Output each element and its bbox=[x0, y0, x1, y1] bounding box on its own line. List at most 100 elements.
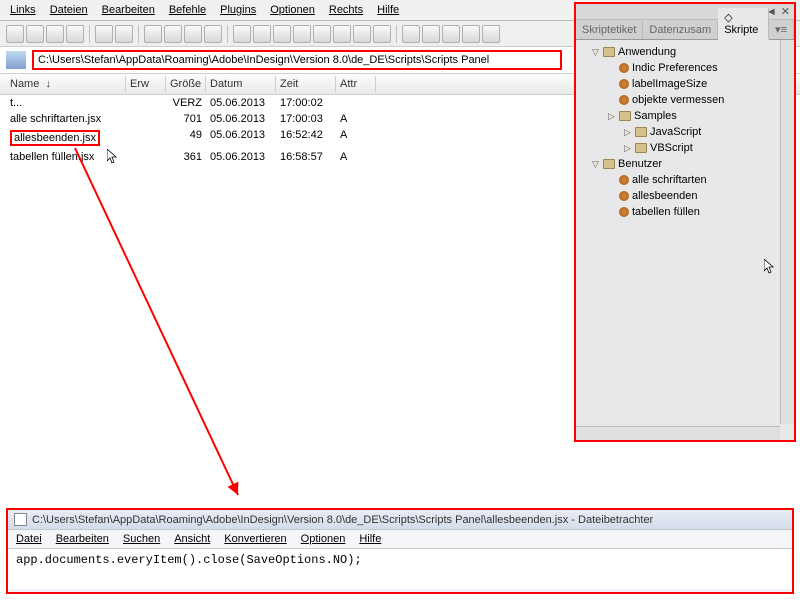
col-time[interactable]: Zeit bbox=[276, 76, 336, 92]
script-icon bbox=[619, 175, 629, 185]
toolbar-btn[interactable] bbox=[95, 25, 113, 43]
toolbar-btn[interactable] bbox=[373, 25, 391, 43]
toolbar-separator bbox=[89, 25, 90, 43]
tree-script[interactable]: labelImageSize bbox=[578, 76, 792, 92]
col-erw[interactable]: Erw bbox=[126, 76, 166, 92]
script-icon bbox=[619, 207, 629, 217]
toolbar-separator bbox=[396, 25, 397, 43]
menu-rechts[interactable]: Rechts bbox=[329, 4, 363, 16]
toolbar-btn[interactable] bbox=[115, 25, 133, 43]
folder-icon bbox=[603, 47, 615, 57]
mouse-cursor-icon bbox=[107, 149, 119, 165]
toolbar-btn[interactable] bbox=[184, 25, 202, 43]
tree-label: JavaScript bbox=[650, 126, 701, 138]
toolbar-btn[interactable] bbox=[164, 25, 182, 43]
tree-label: allesbeenden bbox=[632, 190, 697, 202]
toolbar-btn[interactable] bbox=[402, 25, 420, 43]
viewer-menu-optionen[interactable]: Optionen bbox=[301, 533, 346, 545]
folder-icon bbox=[619, 111, 631, 121]
viewer-menu-ansicht[interactable]: Ansicht bbox=[174, 533, 210, 545]
viewer-app-icon bbox=[14, 513, 27, 526]
menu-dateien[interactable]: Dateien bbox=[50, 4, 88, 16]
menu-befehle[interactable]: Befehle bbox=[169, 4, 206, 16]
viewer-menu-datei[interactable]: Datei bbox=[16, 533, 42, 545]
toolbar-btn[interactable] bbox=[313, 25, 331, 43]
toolbar-btn[interactable] bbox=[273, 25, 291, 43]
tree-folder[interactable]: ▽Benutzer bbox=[578, 156, 792, 172]
tree-folder[interactable]: ▽Anwendung bbox=[578, 44, 792, 60]
tree-script[interactable]: Indic Preferences bbox=[578, 60, 792, 76]
toolbar-btn[interactable] bbox=[26, 25, 44, 43]
viewer-menubar: Datei Bearbeiten Suchen Ansicht Konverti… bbox=[8, 530, 792, 549]
tree-label: Benutzer bbox=[618, 158, 662, 170]
toolbar-separator bbox=[227, 25, 228, 43]
tree-label: tabellen füllen bbox=[632, 206, 700, 218]
toolbar-btn[interactable] bbox=[46, 25, 64, 43]
viewer-menu-bearbeiten[interactable]: Bearbeiten bbox=[56, 533, 109, 545]
script-icon bbox=[619, 191, 629, 201]
tree-label: Anwendung bbox=[618, 46, 676, 58]
panel-tabs: Skriptetiket Datenzusam ◇ Skripte ▾≡ bbox=[576, 20, 794, 40]
toolbar-btn[interactable] bbox=[353, 25, 371, 43]
tree-label: labelImageSize bbox=[632, 78, 707, 90]
drive-icon[interactable] bbox=[6, 51, 26, 69]
toolbar-btn[interactable] bbox=[144, 25, 162, 43]
menu-plugins[interactable]: Plugins bbox=[220, 4, 256, 16]
viewer-titlebar: C:\Users\Stefan\AppData\Roaming\Adobe\In… bbox=[8, 510, 792, 530]
tab-skripte[interactable]: ◇ Skripte bbox=[718, 8, 769, 40]
script-icon bbox=[619, 95, 629, 105]
menu-links[interactable]: Links bbox=[10, 4, 36, 16]
tree-label: Indic Preferences bbox=[632, 62, 718, 74]
tree-label: alle schriftarten bbox=[632, 174, 707, 186]
col-attr[interactable]: Attr bbox=[336, 76, 376, 92]
tree-script[interactable]: objekte vermessen bbox=[578, 92, 792, 108]
tree-folder[interactable]: ▷VBScript bbox=[578, 140, 792, 156]
viewer-code-content[interactable]: app.documents.everyItem().close(SaveOpti… bbox=[8, 549, 792, 589]
toolbar-btn[interactable] bbox=[422, 25, 440, 43]
script-icon bbox=[619, 79, 629, 89]
tree-label: VBScript bbox=[650, 142, 693, 154]
folder-icon bbox=[603, 159, 615, 169]
col-size[interactable]: Größe bbox=[166, 76, 206, 92]
toolbar-btn[interactable] bbox=[442, 25, 460, 43]
toolbar-btn[interactable] bbox=[253, 25, 271, 43]
scrollbar-vertical[interactable] bbox=[780, 40, 794, 424]
scrollbar-horizontal[interactable] bbox=[576, 426, 780, 440]
path-bar[interactable]: C:\Users\Stefan\AppData\Roaming\Adobe\In… bbox=[32, 50, 562, 70]
toolbar-btn[interactable] bbox=[482, 25, 500, 43]
tab-datenzusam[interactable]: Datenzusam bbox=[643, 21, 718, 39]
viewer-menu-suchen[interactable]: Suchen bbox=[123, 533, 160, 545]
toolbar-btn[interactable] bbox=[333, 25, 351, 43]
viewer-menu-hilfe[interactable]: Hilfe bbox=[359, 533, 381, 545]
tree-folder[interactable]: ▷Samples bbox=[578, 108, 792, 124]
toolbar-btn[interactable] bbox=[6, 25, 24, 43]
folder-icon bbox=[635, 127, 647, 137]
folder-icon bbox=[635, 143, 647, 153]
toolbar-btn[interactable] bbox=[462, 25, 480, 43]
tree-script[interactable]: alle schriftarten bbox=[578, 172, 792, 188]
tree-label: objekte vermessen bbox=[632, 94, 724, 106]
menu-bearbeiten[interactable]: Bearbeiten bbox=[102, 4, 155, 16]
menu-hilfe[interactable]: Hilfe bbox=[377, 4, 399, 16]
tree-label: Samples bbox=[634, 110, 677, 122]
toolbar-btn[interactable] bbox=[66, 25, 84, 43]
tab-skriptetiket[interactable]: Skriptetiket bbox=[576, 21, 643, 39]
viewer-menu-konvertieren[interactable]: Konvertieren bbox=[224, 533, 286, 545]
col-name[interactable]: Name ↓ bbox=[6, 76, 126, 92]
col-date[interactable]: Datum bbox=[206, 76, 276, 92]
toolbar-btn[interactable] bbox=[293, 25, 311, 43]
scripts-tree: ▽Anwendung Indic Preferences labelImageSiz… bbox=[576, 40, 794, 400]
tree-script[interactable]: allesbeenden bbox=[578, 188, 792, 204]
toolbar-btn[interactable] bbox=[204, 25, 222, 43]
panel-menu-icon[interactable]: ▾≡ bbox=[769, 20, 794, 39]
script-icon bbox=[619, 63, 629, 73]
scripts-panel: ◄◄ ✕ Skriptetiket Datenzusam ◇ Skripte ▾… bbox=[574, 2, 796, 442]
toolbar-btn[interactable] bbox=[233, 25, 251, 43]
viewer-title-text: C:\Users\Stefan\AppData\Roaming\Adobe\In… bbox=[32, 514, 653, 526]
panel-close-icon[interactable]: ✕ bbox=[781, 5, 790, 18]
toolbar-separator bbox=[138, 25, 139, 43]
menu-optionen[interactable]: Optionen bbox=[270, 4, 315, 16]
file-viewer-window: C:\Users\Stefan\AppData\Roaming\Adobe\In… bbox=[6, 508, 794, 594]
tree-folder[interactable]: ▷JavaScript bbox=[578, 124, 792, 140]
tree-script[interactable]: tabellen füllen bbox=[578, 204, 792, 220]
